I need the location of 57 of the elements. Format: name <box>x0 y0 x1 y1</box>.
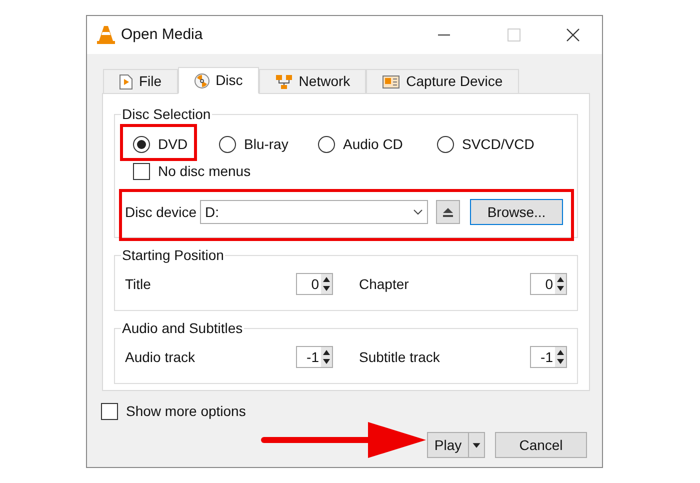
checkbox[interactable] <box>101 403 118 420</box>
checkbox[interactable] <box>133 162 150 180</box>
file-icon <box>119 74 133 90</box>
eject-button[interactable] <box>436 200 460 224</box>
capture-card-icon <box>382 74 400 90</box>
cancel-button[interactable]: Cancel <box>495 432 587 458</box>
tab[interactable]: Disc <box>178 67 259 94</box>
field-label: Disc device <box>125 202 198 222</box>
spin-arrows-icon[interactable] <box>555 347 566 367</box>
spin-box[interactable]: 0 <box>296 273 333 295</box>
spin-value: -1 <box>306 348 320 367</box>
spin-box[interactable]: -1 <box>296 346 333 368</box>
chevron-down-icon <box>413 209 423 215</box>
tab-label: Disc <box>216 71 243 90</box>
browse-button[interactable]: Browse... <box>470 199 563 225</box>
disc-icon <box>194 72 210 88</box>
checkbox-label: Show more options <box>126 402 246 421</box>
play-label: Play <box>433 436 463 455</box>
dropdown-value: D: <box>205 202 220 222</box>
group-title: Starting Position <box>121 247 225 263</box>
group-title: Audio and Subtitles <box>121 320 244 336</box>
radio-button[interactable] <box>133 136 150 152</box>
field-label: Audio track <box>125 348 196 366</box>
radio-button[interactable] <box>219 136 236 152</box>
radio-label: Audio CD <box>343 134 403 154</box>
arrow-icon <box>260 420 428 460</box>
checkbox-label: No disc menus <box>158 162 251 180</box>
radio-button[interactable] <box>318 136 335 152</box>
field-label: Title <box>125 274 151 294</box>
spin-arrows-icon[interactable] <box>555 274 566 294</box>
device-dropdown[interactable]: D: <box>200 200 428 224</box>
play-split-button[interactable]: Play <box>427 432 485 458</box>
network-icon <box>274 74 293 90</box>
eject-icon <box>442 207 454 217</box>
tab-label: File <box>139 72 162 91</box>
spin-value: 0 <box>310 275 320 294</box>
tab[interactable]: File <box>103 69 178 93</box>
radio-label: Blu-ray <box>244 134 288 154</box>
group-title: Disc Selection <box>121 106 212 122</box>
spin-arrows-icon[interactable] <box>321 274 332 294</box>
spin-box[interactable]: 0 <box>530 273 567 295</box>
spin-value: 0 <box>544 275 554 294</box>
tab[interactable]: Network <box>258 69 366 93</box>
radio-label: SVCD/VCD <box>462 134 534 154</box>
tab-label: Network <box>298 72 350 91</box>
spin-value: -1 <box>540 348 554 367</box>
traffic-cone-icon <box>97 25 115 45</box>
tab[interactable]: Capture Device <box>366 69 519 93</box>
spin-box[interactable]: -1 <box>530 346 567 368</box>
radio-button[interactable] <box>437 136 454 152</box>
field-label: Subtitle track <box>359 348 440 366</box>
radio-label: DVD <box>158 134 188 154</box>
tab-label: Capture Device <box>406 72 503 91</box>
spin-arrows-icon[interactable] <box>321 347 332 367</box>
close-icon[interactable] <box>566 28 580 42</box>
field-label: Chapter <box>359 274 409 294</box>
window-title: Open Media <box>121 24 203 45</box>
